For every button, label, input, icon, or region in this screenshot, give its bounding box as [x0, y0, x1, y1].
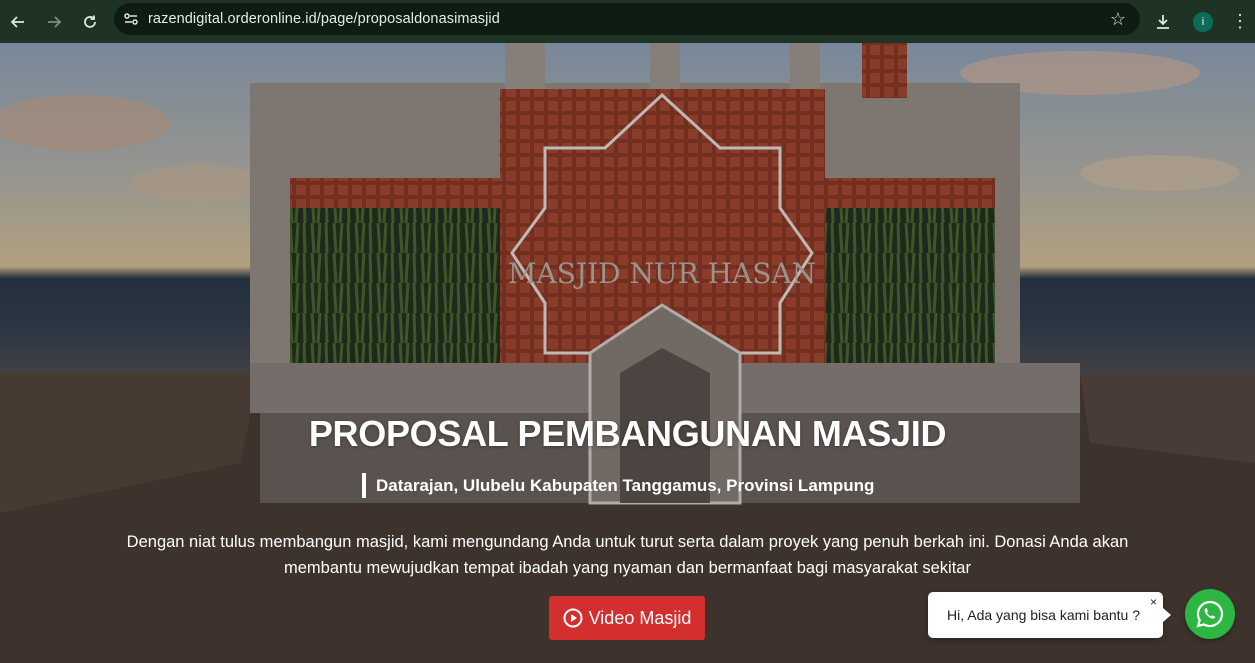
- video-masjid-button[interactable]: Video Masjid: [549, 596, 705, 640]
- description-line-2: membantu mewujudkan tempat ibadah yang n…: [284, 559, 971, 577]
- browser-toolbar: razendigital.orderonline.id/page/proposa…: [0, 0, 1255, 43]
- location-text: Datarajan, Ulubelu Kabupaten Tanggamus, …: [362, 473, 874, 498]
- reload-icon[interactable]: [72, 4, 108, 40]
- download-icon[interactable]: [1145, 14, 1181, 30]
- play-circle-icon: [563, 608, 583, 628]
- site-settings-icon[interactable]: [114, 3, 148, 35]
- chat-message: Hi, Ada yang bisa kami bantu ?: [947, 607, 1141, 623]
- hero-section: MASJID NUR HASAN PROPOSAL PEMBANGUNAN MA…: [0, 43, 1255, 663]
- profile-avatar[interactable]: i: [1193, 11, 1213, 32]
- chat-greeting-bubble[interactable]: Hi, Ada yang bisa kami bantu ? ×: [928, 592, 1171, 638]
- forward-icon[interactable]: [36, 4, 72, 40]
- close-icon[interactable]: ×: [1150, 595, 1157, 609]
- hero-description: Dengan niat tulus membangun masjid, kami…: [90, 529, 1165, 581]
- page-title: PROPOSAL PEMBANGUNAN MASJID: [308, 413, 947, 454]
- bookmark-star-icon[interactable]: ☆: [1110, 9, 1126, 30]
- video-button-label: Video Masjid: [588, 607, 692, 628]
- whatsapp-button[interactable]: [1185, 589, 1235, 639]
- menu-kebab-icon[interactable]: ⋮: [1225, 11, 1255, 32]
- description-line-1: Dengan niat tulus membangun masjid, kami…: [126, 533, 1129, 551]
- back-icon[interactable]: [0, 4, 36, 40]
- whatsapp-icon: [1196, 600, 1224, 628]
- address-bar[interactable]: razendigital.orderonline.id/page/proposa…: [114, 3, 1140, 35]
- url-text: razendigital.orderonline.id/page/proposa…: [148, 11, 500, 27]
